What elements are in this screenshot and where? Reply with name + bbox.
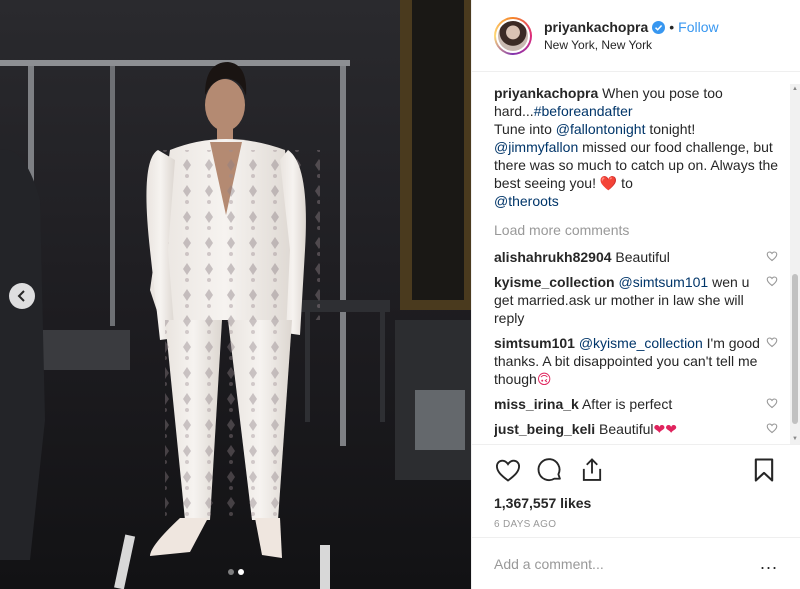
mention-link[interactable]: @theroots (494, 193, 559, 209)
scroll-up-arrow-icon[interactable]: ▲ (790, 84, 800, 94)
comment-username[interactable]: kyisme_collection (494, 274, 615, 290)
comment-text: Beautiful (615, 249, 670, 265)
post-modal: priyankachopra • Follow New York, New Yo… (0, 0, 800, 589)
mention-link[interactable]: @kyisme_collection (579, 335, 703, 351)
location-link[interactable]: New York, New York (544, 38, 719, 52)
comment-item: miss_irina_k After is perfect (494, 395, 788, 413)
comment-items: alishahrukh82904 Beautiful kyisme_collect… (494, 248, 788, 444)
comment-username[interactable]: just_being_keli (494, 421, 595, 437)
mention-link[interactable]: @fallontonight (556, 121, 646, 137)
comment-item: simtsum101 @kyisme_collection I'm good t… (494, 334, 788, 388)
comments-list[interactable]: priyankachopra When you pose too hard...… (494, 84, 788, 444)
comment-bubble-icon[interactable] (536, 456, 564, 484)
verified-badge-icon (652, 20, 666, 34)
comment-like-heart-icon[interactable] (766, 275, 778, 287)
carousel-indicator (0, 569, 471, 575)
load-more-comments-button[interactable]: Load more comments (494, 222, 788, 238)
comment-like-heart-icon[interactable] (766, 250, 778, 262)
caption-text-2: Tune into (494, 121, 556, 137)
caption-text-5: to (617, 175, 633, 191)
scroll-down-arrow-icon[interactable]: ▼ (790, 434, 800, 444)
comment-item: alishahrukh82904 Beautiful (494, 248, 788, 266)
caption-username[interactable]: priyankachopra (494, 85, 598, 101)
comment-input[interactable] (494, 555, 734, 572)
header-username[interactable]: priyankachopra (544, 19, 648, 35)
post-date[interactable]: 6 DAYS AGO (494, 519, 778, 530)
comment-username[interactable]: miss_irina_k (494, 396, 579, 412)
comment-composer: ... (472, 537, 800, 589)
photo-scene (0, 0, 471, 589)
heart-outline-icon[interactable] (494, 456, 522, 484)
likes-count[interactable]: 1,367,557 likes (494, 495, 778, 511)
post-photo[interactable] (0, 0, 471, 589)
post-side-panel: priyankachopra • Follow New York, New Yo… (471, 0, 800, 589)
comment-like-heart-icon[interactable] (766, 397, 778, 409)
heart-emoji: ❤️ (599, 175, 618, 191)
comment-username[interactable]: simtsum101 (494, 335, 575, 351)
carousel-dot (227, 569, 234, 575)
caption-text-3: tonight! (645, 121, 696, 137)
comment-item: just_being_keli Beautiful❤❤ (494, 420, 788, 438)
follow-button[interactable]: Follow (678, 19, 718, 35)
comment-emoji: 🙃 (536, 371, 552, 387)
hashtag-link[interactable]: #beforeandafter (534, 103, 633, 119)
caption: priyankachopra When you pose too hard...… (494, 84, 788, 210)
comment-text: Beautiful (599, 421, 654, 437)
comment-like-heart-icon[interactable] (766, 336, 778, 348)
bookmark-icon[interactable] (750, 456, 778, 484)
carousel-prev-button[interactable] (9, 283, 35, 309)
comment-item: kyisme_collection @simtsum101 wen u get … (494, 273, 788, 327)
post-actions: 1,367,557 likes 6 DAYS AGO (472, 444, 800, 530)
carousel-dot-active (237, 569, 244, 575)
mention-link[interactable]: @jimmyfallon (494, 139, 578, 155)
comment-text: After is perfect (581, 396, 673, 412)
mention-link[interactable]: @simtsum101 (619, 274, 709, 290)
chevron-left-icon (17, 290, 25, 302)
more-options-icon[interactable]: ... (760, 553, 778, 574)
post-header: priyankachopra • Follow New York, New Yo… (472, 0, 800, 72)
comment-like-heart-icon[interactable] (766, 422, 778, 434)
avatar[interactable] (494, 16, 532, 55)
scroll-thumb[interactable] (792, 274, 798, 424)
separator: • (669, 19, 675, 35)
comment-emoji: ❤❤ (653, 421, 677, 437)
share-upload-icon[interactable] (578, 456, 606, 484)
comment-username[interactable]: alishahrukh82904 (494, 249, 612, 265)
comments-scrollbar[interactable]: ▲ ▼ (790, 84, 800, 444)
